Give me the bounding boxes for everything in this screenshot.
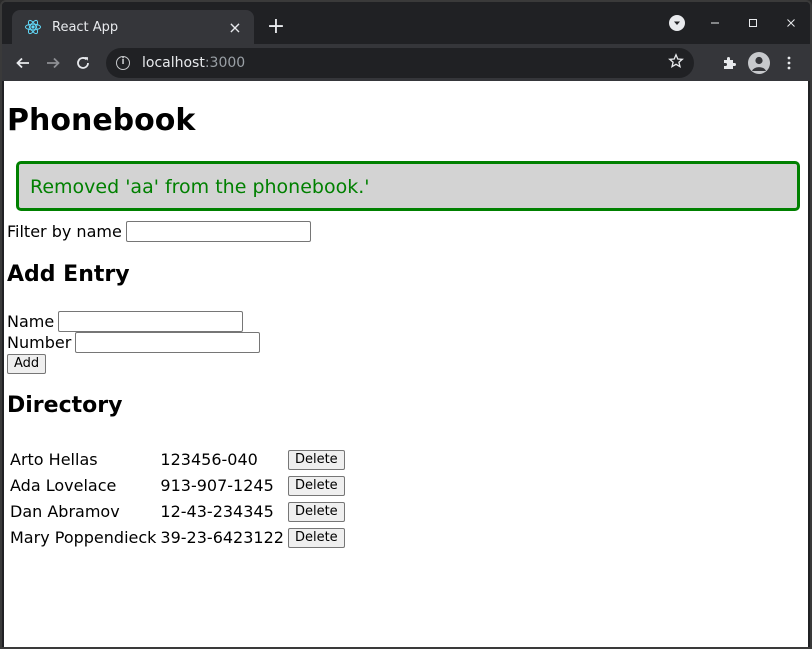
notification-banner: Removed 'aa' from the phonebook.'	[16, 161, 800, 211]
puzzle-icon	[724, 56, 736, 69]
close-window-button[interactable]	[772, 2, 810, 44]
profile-button[interactable]	[744, 48, 774, 78]
browser-tab[interactable]: React App ×	[12, 10, 254, 44]
entry-name: Dan Abramov	[10, 501, 120, 521]
entry-name: Ada Lovelace	[10, 475, 117, 495]
toolbar-right	[714, 48, 804, 78]
directory-table: Arto Hellas 123456-040 Delete Ada Lovela…	[7, 445, 348, 551]
info-icon[interactable]: i	[116, 55, 130, 70]
minimize-button[interactable]	[696, 2, 734, 44]
reload-button[interactable]	[68, 48, 98, 78]
table-row: Mary Poppendieck 39-23-6423122 Delete	[9, 525, 346, 549]
add-entry-heading: Add Entry	[7, 262, 130, 287]
delete-button[interactable]: Delete	[287, 502, 345, 522]
reload-icon	[77, 56, 89, 69]
url-port: :3000	[204, 54, 246, 71]
minimize-icon	[711, 22, 719, 24]
entry-number: 39-23-6423122	[160, 527, 284, 547]
window-controls	[658, 2, 810, 44]
forward-arrow-icon	[47, 57, 60, 68]
forward-button[interactable]	[38, 48, 68, 78]
number-label: Number	[7, 333, 72, 352]
bookmark-star-icon[interactable]	[668, 52, 684, 73]
directory-heading: Directory	[7, 393, 123, 418]
table-row: Dan Abramov 12-43-234345 Delete	[9, 499, 346, 523]
browser-toolbar: i localhost:3000	[2, 44, 810, 81]
page-viewport: Phonebook Removed 'aa' from the phoneboo…	[4, 81, 808, 647]
profile-dropdown-button[interactable]	[658, 2, 696, 44]
table-row: Arto Hellas 123456-040 Delete	[9, 447, 346, 471]
address-bar[interactable]: i localhost:3000	[106, 47, 694, 78]
entry-actions: Delete	[287, 525, 346, 549]
name-input[interactable]	[58, 311, 244, 332]
maximize-button[interactable]	[734, 2, 772, 44]
entry-number: 123456-040	[160, 449, 258, 469]
entry-name: Arto Hellas	[10, 449, 98, 469]
delete-button[interactable]: Delete	[287, 528, 345, 548]
entry-number: 913-907-1245	[160, 475, 274, 495]
react-logo-icon	[24, 18, 42, 36]
entry-actions: Delete	[287, 499, 346, 523]
filter-label: Filter by name	[7, 222, 122, 241]
tab-title: React App	[52, 19, 119, 35]
close-icon	[787, 19, 795, 27]
back-arrow-icon	[16, 57, 29, 68]
entry-name: Mary Poppendieck	[10, 527, 157, 547]
url-host: localhost	[142, 54, 205, 71]
new-tab-button[interactable]: +	[264, 16, 288, 40]
name-row: Name	[7, 311, 244, 332]
tab-close-icon[interactable]: ×	[226, 18, 244, 37]
number-input[interactable]	[75, 332, 261, 353]
add-button[interactable]: Add	[7, 354, 47, 374]
kebab-menu-icon	[787, 56, 791, 69]
page-title: Phonebook	[7, 103, 196, 138]
browser-window: React App × + i localhost:3000 Phonebook…	[0, 0, 812, 649]
chevron-down-icon	[669, 15, 685, 31]
delete-button[interactable]: Delete	[287, 476, 345, 496]
delete-button[interactable]: Delete	[287, 450, 345, 470]
menu-button[interactable]	[774, 48, 804, 78]
avatar-icon	[748, 51, 770, 74]
filter-input[interactable]	[125, 221, 311, 242]
filter-row: Filter by name	[7, 221, 311, 242]
back-button[interactable]	[8, 48, 38, 78]
table-row: Ada Lovelace 913-907-1245 Delete	[9, 473, 346, 497]
url-text: localhost:3000	[142, 55, 245, 71]
tab-strip: React App × +	[2, 2, 810, 44]
entry-actions: Delete	[287, 447, 346, 471]
extensions-button[interactable]	[714, 48, 744, 78]
maximize-icon	[749, 19, 757, 27]
name-label: Name	[7, 312, 55, 331]
number-row: Number	[7, 332, 261, 353]
entry-number: 12-43-234345	[160, 501, 274, 521]
entry-actions: Delete	[287, 473, 346, 497]
